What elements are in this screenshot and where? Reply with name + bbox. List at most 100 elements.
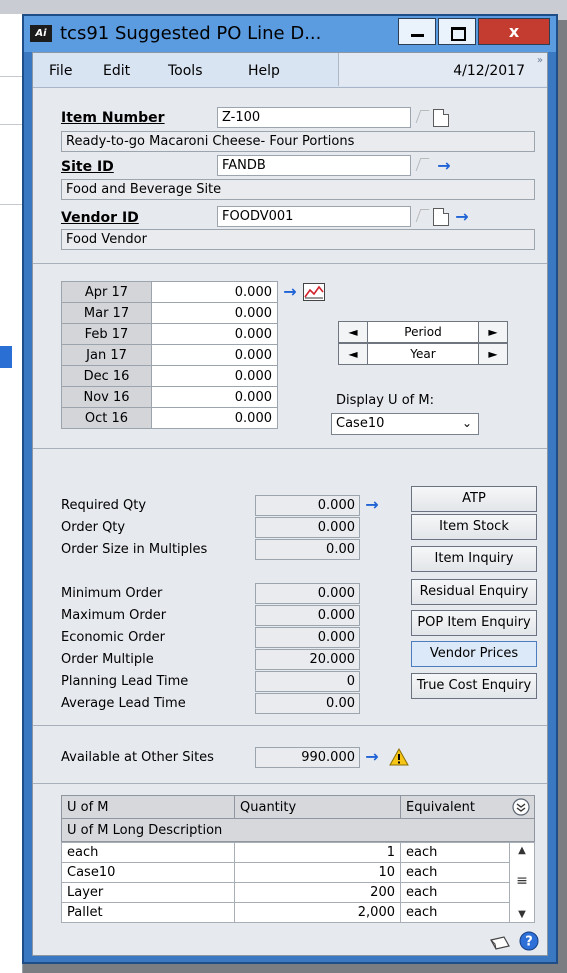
window-title: tcs91 Suggested PO Line D... [60, 23, 322, 44]
item-note-icon[interactable] [433, 109, 449, 127]
grid-cell-quantity[interactable]: 10 [234, 862, 401, 883]
grid-header-long-description[interactable]: U of M Long Description [61, 818, 535, 842]
display-uom-value: Case10 [336, 416, 385, 431]
period-expand-arrow-icon[interactable]: → [281, 283, 299, 301]
warning-icon[interactable] [389, 748, 409, 766]
item-inquiry-button[interactable]: Item Inquiry [411, 546, 537, 572]
minimize-button[interactable] [398, 18, 436, 45]
background-highlight [0, 346, 12, 368]
more-chevron-icon[interactable]: » [537, 55, 543, 66]
required-qty-arrow-icon[interactable]: → [363, 496, 381, 514]
true-cost-enquiry-button[interactable]: True Cost Enquiry [411, 673, 537, 699]
user-date[interactable]: 4/12/2017 [453, 63, 525, 79]
period-value[interactable]: 0.000 [151, 323, 278, 345]
menu-help[interactable]: Help [248, 63, 280, 79]
section-divider [33, 263, 547, 264]
menu-tools[interactable]: Tools [168, 63, 203, 79]
order-size-field: 0.00 [255, 539, 360, 560]
vendor-expand-arrow-icon[interactable]: → [453, 208, 471, 226]
available-arrow-icon[interactable]: → [363, 748, 381, 766]
minimum-order-field: 0.000 [255, 583, 360, 604]
item-description-field: Ready-to-go Macaroni Cheese- Four Portio… [61, 131, 535, 152]
help-icon[interactable]: ? [519, 931, 539, 951]
vendor-lookup-icon[interactable] [413, 207, 431, 227]
menu-bar: File Edit Tools Help 4/12/2017 » [33, 53, 547, 88]
close-button[interactable]: x [478, 18, 550, 45]
suggested-po-line-window: Ai tcs91 Suggested PO Line D... x File E… [22, 14, 558, 964]
site-id-label[interactable]: Site ID [61, 159, 114, 175]
grid-cell-uom[interactable]: Pallet [61, 902, 235, 923]
expand-rows-icon[interactable] [511, 797, 531, 817]
period-label: Apr 17 [61, 281, 152, 303]
order-multiple-label: Order Multiple [61, 652, 154, 667]
atp-button[interactable]: ATP [411, 486, 537, 512]
order-qty-field: 0.000 [255, 517, 360, 538]
average-lead-time-label: Average Lead Time [61, 696, 186, 711]
app-logo-icon: Ai [30, 25, 52, 42]
section-divider [33, 725, 547, 726]
grid-scrollbar[interactable]: ▲ ≡ ▼ [509, 842, 535, 923]
menu-edit[interactable]: Edit [103, 63, 130, 79]
order-qty-label: Order Qty [61, 520, 126, 535]
grid-header-quantity[interactable]: Quantity [234, 795, 401, 819]
graph-icon[interactable] [303, 283, 325, 301]
item-number-field[interactable]: Z-100 [217, 107, 411, 128]
minimum-order-label: Minimum Order [61, 586, 163, 601]
display-uom-label: Display U of M: [336, 393, 434, 408]
grid-cell-equivalent[interactable]: each [400, 842, 510, 863]
year-next-button[interactable]: ► [478, 343, 508, 365]
average-lead-time-field: 0.00 [255, 693, 360, 714]
maximum-order-label: Maximum Order [61, 608, 167, 623]
maximize-button[interactable] [438, 18, 476, 45]
required-qty-label: Required Qty [61, 498, 147, 513]
grid-header-uom[interactable]: U of M [61, 795, 235, 819]
period-value[interactable]: 0.000 [151, 386, 278, 408]
window-client-area: File Edit Tools Help 4/12/2017 » Item Nu… [32, 52, 548, 956]
site-id-field[interactable]: FANDB [217, 155, 411, 176]
year-prev-button[interactable]: ◄ [338, 343, 368, 365]
vendor-prices-button[interactable]: Vendor Prices [411, 641, 537, 667]
item-stock-button[interactable]: Item Stock [411, 514, 537, 540]
site-expand-arrow-icon[interactable]: → [435, 157, 453, 175]
period-prev-button[interactable]: ◄ [338, 321, 368, 343]
vendor-id-field[interactable]: FOODV001 [217, 206, 411, 227]
grid-cell-equivalent[interactable]: each [400, 862, 510, 883]
grid-cell-quantity[interactable]: 200 [234, 882, 401, 903]
grid-cell-equivalent[interactable]: each [400, 882, 510, 903]
grid-cell-uom[interactable]: each [61, 842, 235, 863]
background-divider [0, 204, 22, 205]
grid-cell-uom[interactable]: Layer [61, 882, 235, 903]
maximum-order-field: 0.000 [255, 605, 360, 626]
note-icon[interactable] [489, 935, 511, 951]
grid-cell-equivalent[interactable]: each [400, 902, 510, 923]
title-bar[interactable]: Ai tcs91 Suggested PO Line D... x [24, 16, 556, 52]
period-value[interactable]: 0.000 [151, 407, 278, 429]
grid-cell-quantity[interactable]: 1 [234, 842, 401, 863]
vendor-id-label[interactable]: Vendor ID [61, 210, 139, 226]
period-button[interactable]: Period [367, 321, 479, 343]
period-value[interactable]: 0.000 [151, 344, 278, 366]
display-uom-select[interactable]: Case10 ⌄ [331, 413, 479, 435]
period-value[interactable]: 0.000 [151, 302, 278, 324]
item-number-label[interactable]: Item Number [61, 110, 165, 126]
residual-enquiry-button[interactable]: Residual Enquiry [411, 579, 537, 605]
grid-cell-uom[interactable]: Case10 [61, 862, 235, 883]
period-next-button[interactable]: ► [478, 321, 508, 343]
year-button[interactable]: Year [367, 343, 479, 365]
period-value[interactable]: 0.000 [151, 365, 278, 387]
available-other-sites-field: 990.000 [255, 747, 360, 768]
graph-icon-glyph [304, 285, 324, 299]
scroll-down-icon[interactable]: ▼ [512, 909, 532, 920]
site-lookup-icon[interactable] [413, 156, 431, 176]
background-window-strip [0, 14, 23, 973]
grid-cell-quantity[interactable]: 2,000 [234, 902, 401, 923]
pop-item-enquiry-button[interactable]: POP Item Enquiry [411, 610, 537, 636]
scroll-thumb-icon[interactable]: ≡ [512, 873, 532, 889]
item-lookup-icon[interactable] [413, 108, 431, 128]
planning-lead-time-label: Planning Lead Time [61, 674, 189, 689]
scroll-up-icon[interactable]: ▲ [512, 845, 532, 856]
menu-file[interactable]: File [49, 63, 72, 79]
period-label: Dec 16 [61, 365, 152, 387]
period-value[interactable]: 0.000 [151, 281, 278, 303]
vendor-note-icon[interactable] [433, 208, 449, 226]
